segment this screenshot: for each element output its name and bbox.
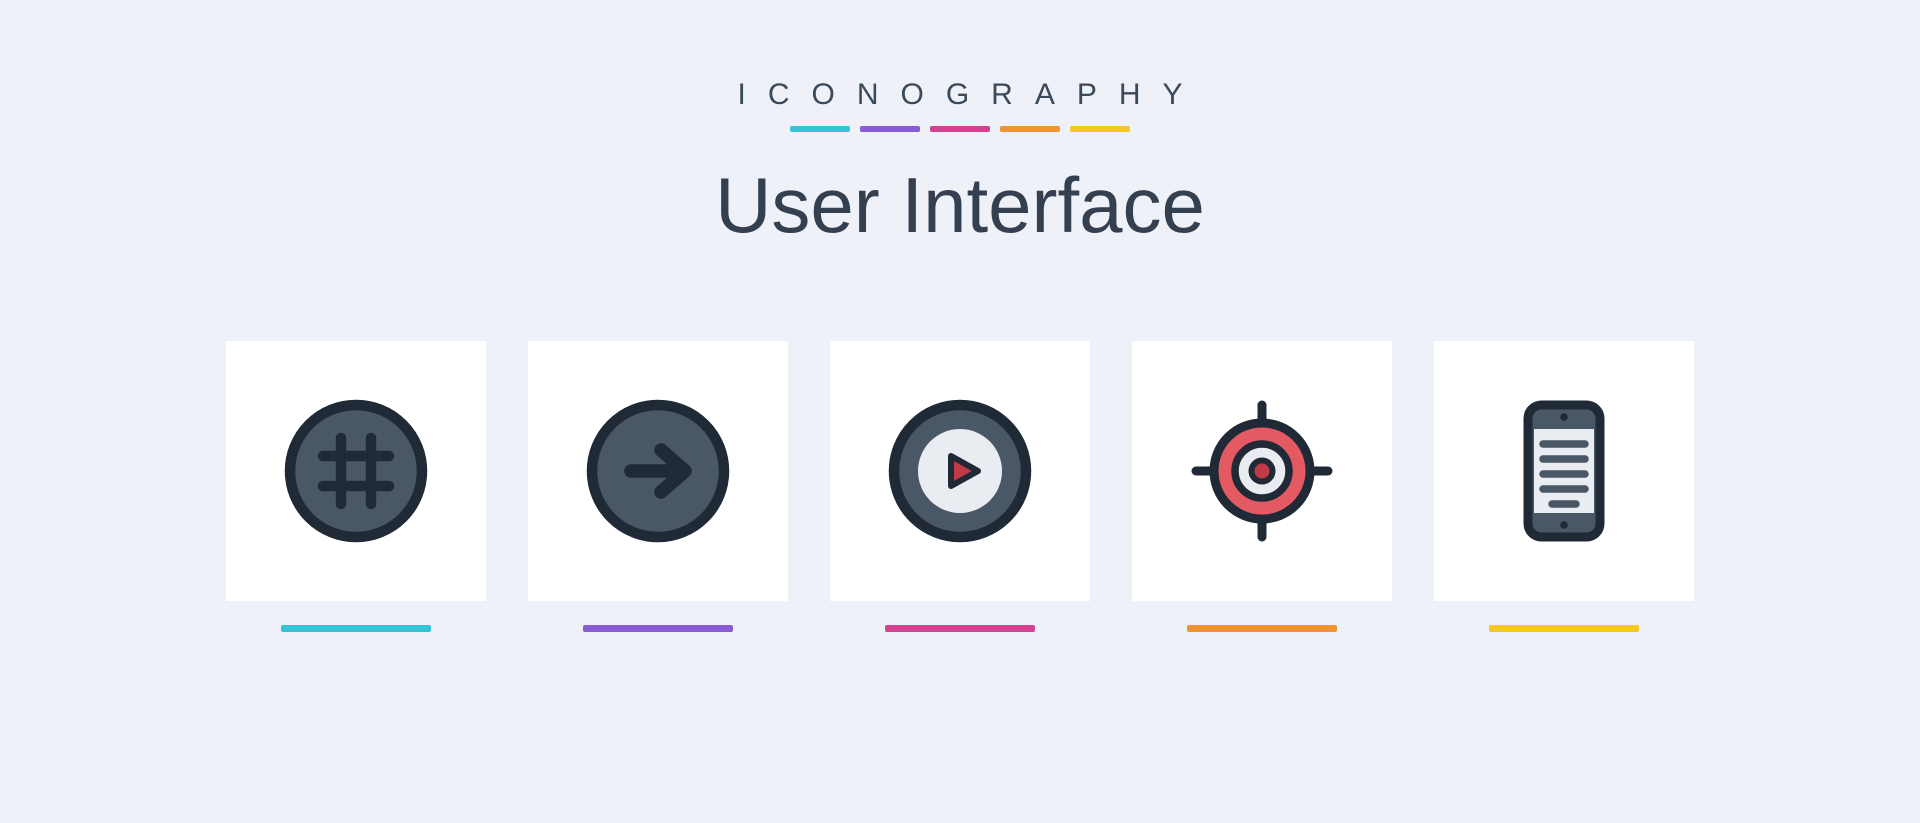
target-icon bbox=[1187, 396, 1337, 546]
brand-underline bbox=[790, 126, 1130, 132]
icon-card bbox=[226, 341, 486, 601]
header: ICONOGRAPHY User Interface bbox=[715, 78, 1205, 251]
arrow-right-circle-icon bbox=[583, 396, 733, 546]
card-underline bbox=[1187, 625, 1337, 632]
icon-card bbox=[528, 341, 788, 601]
underline-segment-magenta bbox=[930, 126, 990, 132]
icon-card bbox=[1434, 341, 1694, 601]
underline-segment-yellow bbox=[1070, 126, 1130, 132]
card-underline bbox=[583, 625, 733, 632]
icon-card bbox=[830, 341, 1090, 601]
mobile-text-icon bbox=[1489, 396, 1639, 546]
card-underline bbox=[1489, 625, 1639, 632]
underline-segment-cyan bbox=[790, 126, 850, 132]
icon-col-hashtag bbox=[226, 341, 486, 632]
underline-segment-purple bbox=[860, 126, 920, 132]
icon-col-target bbox=[1132, 341, 1392, 632]
icon-row bbox=[226, 341, 1694, 632]
hashtag-circle-icon bbox=[281, 396, 431, 546]
card-underline bbox=[281, 625, 431, 632]
icon-col-mobile bbox=[1434, 341, 1694, 632]
pack-title: User Interface bbox=[715, 160, 1205, 251]
icon-col-play bbox=[830, 341, 1090, 632]
icon-card bbox=[1132, 341, 1392, 601]
brand-text: ICONOGRAPHY bbox=[715, 78, 1204, 112]
card-underline bbox=[885, 625, 1035, 632]
underline-segment-orange bbox=[1000, 126, 1060, 132]
icon-col-arrow-right bbox=[528, 341, 788, 632]
play-circle-icon bbox=[885, 396, 1035, 546]
